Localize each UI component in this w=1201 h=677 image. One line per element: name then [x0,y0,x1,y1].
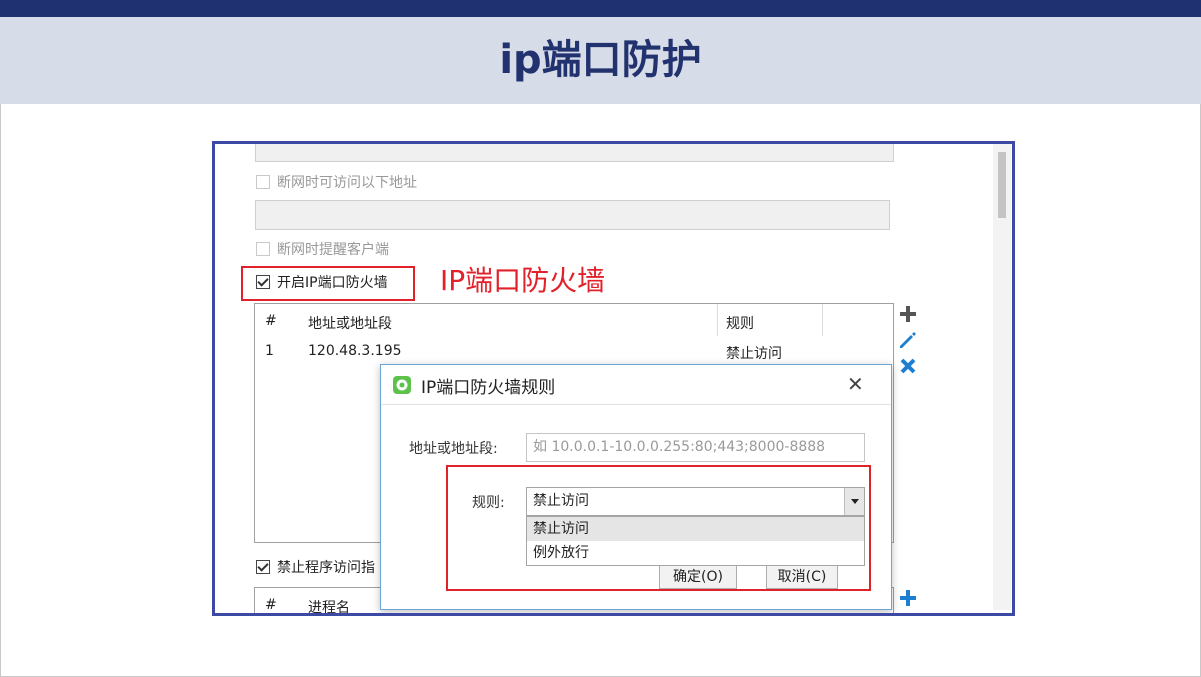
app-icon [393,376,411,394]
table-row-number[interactable]: 1 [265,343,274,359]
dialog-titlebar[interactable]: IP端口防火墙规则 ✕ [381,365,891,405]
offline-access-checkbox-row[interactable]: 断网时可访问以下地址 [256,172,417,192]
slide-title: ip端口防护 [499,37,702,83]
offline-access-checkbox[interactable] [256,175,270,189]
close-icon[interactable]: ✕ [847,372,864,396]
offline-remind-label: 断网时提醒客户端 [277,242,389,258]
dialog-title: IP端口防火墙规则 [421,378,556,398]
address-label: 地址或地址段: [409,441,498,457]
address-input[interactable]: 如 10.0.0.1-10.0.0.255:80;443;8000-8888 [526,433,865,462]
firewall-highlight-box [241,266,415,301]
block-program-checkbox-row[interactable]: 禁止程序访问指 [256,557,375,577]
offline-access-label: 断网时可访问以下地址 [277,175,417,191]
column-separator [822,304,823,336]
screenshot-panel: 断网时可访问以下地址 断网时提醒客户端 开启IP端口防火墙 IP端口防火墙 # … [212,141,1015,616]
column-header-number[interactable]: # [265,313,277,329]
plus-icon[interactable] [898,588,918,608]
offline-address-field[interactable] [255,200,890,230]
top-text-field[interactable] [255,144,894,162]
table-row-address[interactable]: 120.48.3.195 [308,343,402,359]
table-row-rule[interactable]: 禁止访问 [726,343,782,363]
pencil-icon[interactable] [898,330,918,350]
block-program-label: 禁止程序访问指 [277,560,375,576]
x-icon[interactable] [898,356,918,376]
column-separator [717,304,718,336]
top-accent-bar [0,0,1201,17]
column-header-rule[interactable]: 规则 [726,313,754,333]
scrollbar-thumb[interactable] [998,152,1006,218]
plus-icon[interactable] [898,304,918,324]
rule-highlight-box [446,465,871,591]
block-program-checkbox[interactable] [256,560,270,574]
firewall-rule-dialog: IP端口防火墙规则 ✕ 地址或地址段: 如 10.0.0.1-10.0.0.25… [380,364,892,610]
offline-remind-checkbox-row[interactable]: 断网时提醒客户端 [256,239,389,259]
column-header-number[interactable]: # [265,597,277,613]
column-header-address[interactable]: 地址或地址段 [308,313,392,333]
offline-remind-checkbox[interactable] [256,242,270,256]
column-header-process[interactable]: 进程名 [308,597,350,613]
firewall-callout: IP端口防火墙 [440,264,606,297]
